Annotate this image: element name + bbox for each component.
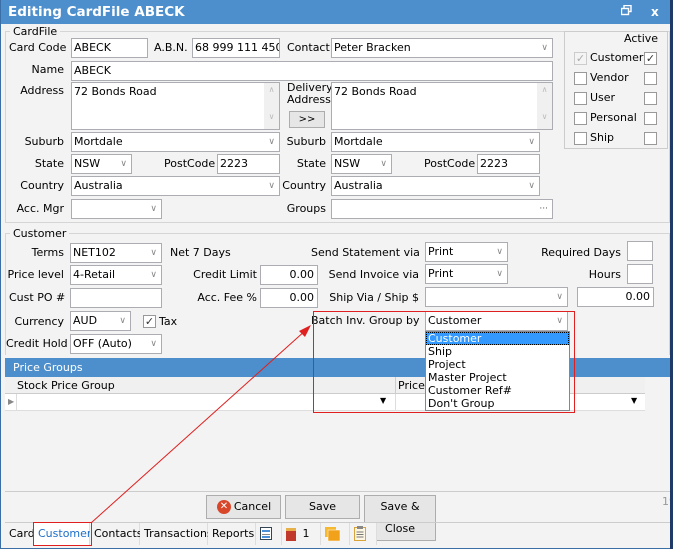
annotation-arrow [90, 325, 311, 524]
annotation-arrow-line [90, 329, 307, 524]
editing-cardfile-window: Editing CardFile ABECK x CardFile Card C… [0, 0, 673, 549]
